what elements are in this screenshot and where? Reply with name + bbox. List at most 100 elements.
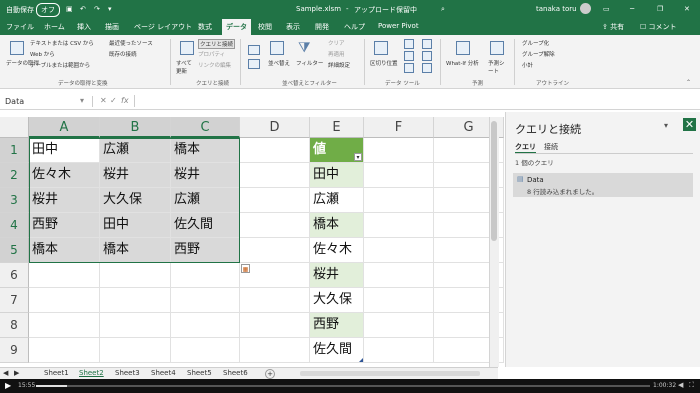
grid-cell[interactable]: 広瀬 <box>100 138 171 163</box>
grid-cell[interactable] <box>364 163 434 188</box>
grid-cell[interactable]: 橋本 <box>29 238 100 263</box>
column-header[interactable]: D <box>240 117 310 138</box>
grid-cell[interactable] <box>240 163 310 188</box>
grid-cell[interactable]: 橋本 <box>171 138 240 163</box>
column-header[interactable]: B <box>100 117 171 138</box>
tab-review[interactable]: 校閲 <box>258 22 272 32</box>
from-web-button[interactable]: Web から <box>30 50 55 58</box>
tab-page-layout[interactable]: ページ レイアウト <box>134 22 192 32</box>
play-icon[interactable]: ▶ <box>5 381 11 390</box>
consolidate-icon[interactable] <box>422 39 432 49</box>
scroll-thumb[interactable] <box>491 121 497 241</box>
grid-cell[interactable]: 橋本 <box>310 213 364 238</box>
cancel-icon[interactable]: ✕ <box>100 96 107 105</box>
grid-cell[interactable] <box>171 288 240 313</box>
column-header[interactable]: A <box>29 117 100 138</box>
grid-cell[interactable] <box>100 288 171 313</box>
sheet-tab[interactable]: Sheet4 <box>151 369 176 377</box>
grid-cell[interactable]: 田中 <box>100 213 171 238</box>
tab-draw[interactable]: 描画 <box>105 22 119 32</box>
from-table-button[interactable]: テーブルまたは範囲から <box>30 61 90 69</box>
minimize-icon[interactable]: ─ <box>630 5 634 13</box>
grid-cell[interactable] <box>240 188 310 213</box>
pane-tab-connections[interactable]: 接続 <box>544 142 558 152</box>
grid-cell[interactable] <box>100 338 171 363</box>
tab-data[interactable]: データ <box>222 19 251 35</box>
sort-button[interactable]: 並べ替え <box>268 59 290 67</box>
sort-icon[interactable] <box>270 41 284 55</box>
sheet-tab[interactable]: Sheet3 <box>115 369 140 377</box>
table-resize-handle[interactable] <box>359 358 363 362</box>
volume-icon[interactable]: ◀ <box>678 381 683 389</box>
close-window-icon[interactable]: ✕ <box>684 5 690 13</box>
name-box-dropdown-icon[interactable]: ▾ <box>80 96 84 105</box>
collapse-ribbon-icon[interactable]: ⌃ <box>686 79 691 86</box>
grid-cell[interactable]: 佐久間 <box>310 338 364 363</box>
row-header[interactable]: 2 <box>0 163 29 188</box>
customize-icon[interactable]: ▾ <box>108 5 112 13</box>
from-csv-button[interactable]: テキストまたは CSV から <box>30 39 94 47</box>
grid-cell[interactable]: 広瀬 <box>171 188 240 213</box>
tab-home[interactable]: ホーム <box>44 22 65 32</box>
grid-cell[interactable] <box>364 313 434 338</box>
grid-cell[interactable] <box>29 263 100 288</box>
grid-cell[interactable] <box>240 313 310 338</box>
grid-cell[interactable] <box>240 338 310 363</box>
edit-links-button[interactable]: リンクの編集 <box>198 61 231 69</box>
grid-cell[interactable] <box>364 188 434 213</box>
text-to-columns-icon[interactable] <box>374 41 388 55</box>
forecast-sheet-button[interactable]: 予測シート <box>488 59 508 75</box>
relationships-icon[interactable] <box>422 51 432 61</box>
pane-options-icon[interactable]: ▾ <box>664 121 668 130</box>
tab-insert[interactable]: 挿入 <box>77 22 91 32</box>
grid-cell[interactable]: 西野 <box>310 313 364 338</box>
grid-cell[interactable] <box>171 338 240 363</box>
grid-cell[interactable] <box>240 238 310 263</box>
add-sheet-icon[interactable]: + <box>265 369 275 379</box>
grid-cell[interactable]: 橋本 <box>100 238 171 263</box>
fullscreen-icon[interactable]: ⛶ <box>689 381 694 390</box>
tab-developer[interactable]: 開発 <box>315 22 329 32</box>
save-icon[interactable]: ▣ <box>66 5 73 13</box>
grid-cell[interactable] <box>171 263 240 288</box>
grid-cell[interactable] <box>29 288 100 313</box>
data-model-icon[interactable] <box>422 63 432 73</box>
recent-sources-button[interactable]: 最近使ったソース <box>109 39 153 47</box>
share-button[interactable]: ⇪ 共有 <box>602 22 624 32</box>
grid-cell[interactable]: 田中 <box>310 163 364 188</box>
ungroup-button[interactable]: グループ解除 <box>522 50 555 58</box>
grid-cell[interactable] <box>364 238 434 263</box>
filter-dropdown-icon[interactable]: ▾ <box>354 153 362 161</box>
grid-cell[interactable] <box>364 338 434 363</box>
sort-az-icon[interactable] <box>248 45 260 55</box>
refresh-icon[interactable] <box>180 41 194 55</box>
autosave-toggle[interactable]: オフ <box>36 3 60 17</box>
sheet-tab[interactable]: Sheet2 <box>79 369 104 377</box>
grid-cell[interactable] <box>240 138 310 163</box>
grid-cell[interactable]: 佐久間 <box>171 213 240 238</box>
quick-analysis-icon[interactable]: ▦ <box>241 264 250 273</box>
sheet-tab[interactable]: Sheet5 <box>187 369 212 377</box>
query-item[interactable]: ▤ Data 8 行読み込まれました。 <box>513 173 693 197</box>
grid-cell[interactable]: 大久保 <box>100 188 171 213</box>
tab-power-pivot[interactable]: Power Pivot <box>378 22 419 30</box>
advanced-button[interactable]: 詳細設定 <box>328 61 350 69</box>
search-icon[interactable]: ⌕ <box>441 5 445 14</box>
grid-cell[interactable]: 西野 <box>171 238 240 263</box>
grid-cell[interactable] <box>364 288 434 313</box>
grid-cell[interactable]: 田中 <box>29 138 100 163</box>
clear-button[interactable]: クリア <box>328 39 345 47</box>
filter-icon[interactable]: ⧩ <box>298 40 311 56</box>
column-header[interactable]: F <box>364 117 434 138</box>
sheet-tab[interactable]: Sheet6 <box>223 369 248 377</box>
select-all-corner[interactable] <box>0 117 29 138</box>
grid-cell[interactable]: 桜井 <box>310 263 364 288</box>
grid-cell[interactable] <box>364 213 434 238</box>
prev-sheet-icon[interactable]: ◀ <box>3 369 8 377</box>
tab-view[interactable]: 表示 <box>286 22 300 32</box>
undo-icon[interactable]: ↶ <box>80 5 86 13</box>
pane-close-icon[interactable]: ✕ <box>683 118 696 131</box>
group-button[interactable]: グループ化 <box>522 39 549 47</box>
grid-cell[interactable] <box>29 338 100 363</box>
queries-connections-button[interactable]: クエリと接続 <box>198 39 236 49</box>
